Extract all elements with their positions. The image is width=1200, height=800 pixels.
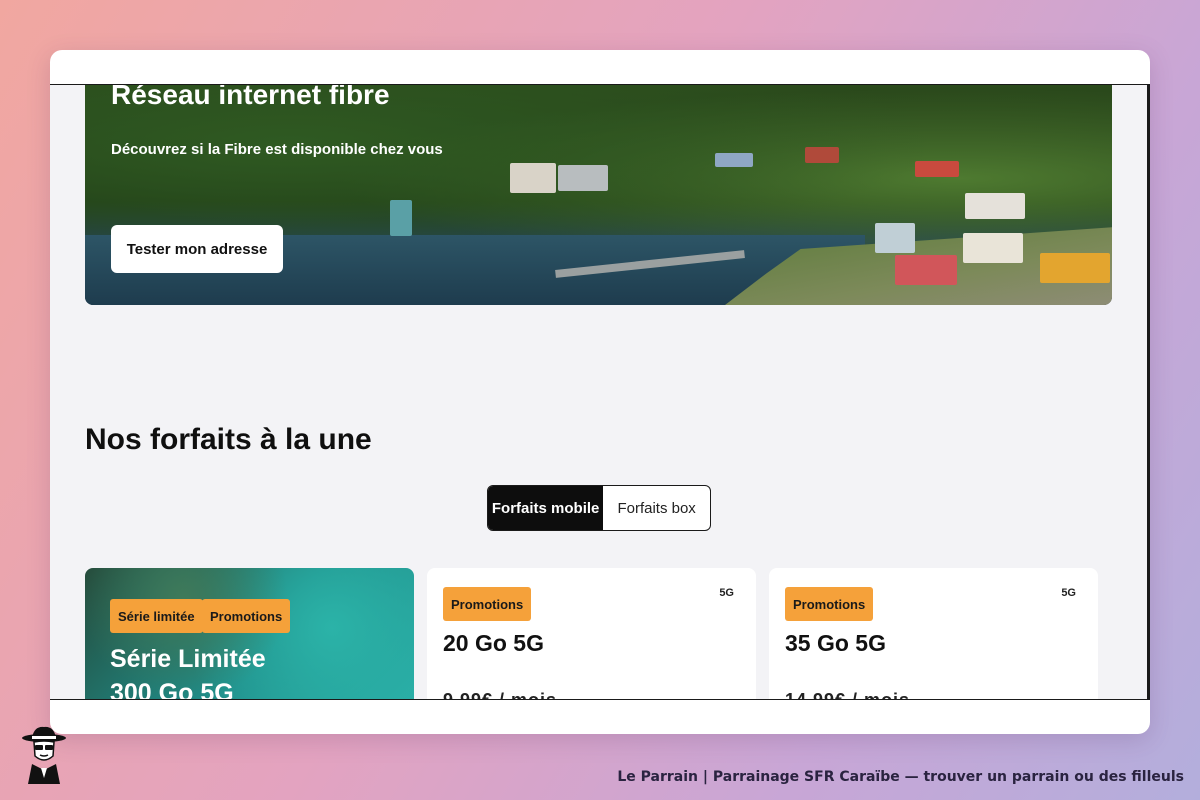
tab-forfaits-mobile[interactable]: Forfaits mobile bbox=[488, 486, 604, 530]
hero-house-image bbox=[895, 255, 957, 285]
hero-house-image bbox=[510, 163, 556, 193]
test-address-button[interactable]: Tester mon adresse bbox=[111, 225, 283, 273]
plan-title: 20 Go 5G bbox=[443, 630, 544, 656]
promotions-badge: Promotions bbox=[202, 599, 291, 633]
hero-house-image bbox=[558, 165, 608, 191]
page-viewport[interactable]: Réseau internet fibre Découvrez si la Fi… bbox=[50, 84, 1150, 700]
hero-house-image bbox=[875, 223, 915, 253]
fibre-hero-banner: Réseau internet fibre Découvrez si la Fi… bbox=[85, 84, 1112, 305]
hero-house-image bbox=[965, 193, 1025, 219]
hero-title: Réseau internet fibre bbox=[111, 84, 390, 110]
5g-tag: 5G bbox=[719, 587, 734, 599]
plan-price: 14,99€ / mois bbox=[785, 690, 911, 700]
plan-title-line: 300 Go 5G bbox=[110, 679, 234, 700]
scrollbar[interactable] bbox=[1147, 85, 1150, 699]
promotions-badge: Promotions bbox=[443, 587, 532, 621]
hero-house-image bbox=[715, 153, 753, 167]
hero-house-image bbox=[390, 200, 412, 236]
parrain-mascot-icon bbox=[22, 726, 66, 784]
plan-price: 9,99€ / mois bbox=[443, 690, 558, 700]
serie-limitee-badge: Série limitée bbox=[110, 599, 203, 633]
tab-forfaits-box[interactable]: Forfaits box bbox=[603, 486, 710, 530]
browser-window: Réseau internet fibre Découvrez si la Fi… bbox=[50, 50, 1150, 734]
hero-house-image bbox=[915, 161, 959, 177]
plan-type-toggle: Forfaits mobile Forfaits box bbox=[487, 485, 711, 531]
plan-card-serie-limitee[interactable]: Série limitée Promotions Série Limitée 3… bbox=[85, 568, 414, 700]
hero-subtitle: Découvrez si la Fibre est disponible che… bbox=[111, 141, 443, 158]
promotions-badge: Promotions bbox=[785, 587, 874, 621]
hero-house-image bbox=[1040, 253, 1110, 283]
footer-caption: Le Parrain | Parrainage SFR Caraïbe — tr… bbox=[617, 769, 1184, 785]
plan-card-20go[interactable]: Promotions 5G 20 Go 5G 9,99€ / mois bbox=[427, 568, 756, 700]
5g-tag: 5G bbox=[1061, 587, 1076, 599]
section-title: Nos forfaits à la une bbox=[85, 423, 372, 456]
plan-title-line: Série Limitée bbox=[110, 645, 266, 673]
hero-house-image bbox=[805, 147, 839, 163]
hero-house-image bbox=[963, 233, 1023, 263]
plan-title: 35 Go 5G bbox=[785, 630, 886, 656]
plan-title: Série Limitée 300 Go 5G bbox=[110, 642, 266, 700]
plan-card-35go[interactable]: Promotions 5G 35 Go 5G 14,99€ / mois bbox=[769, 568, 1098, 700]
